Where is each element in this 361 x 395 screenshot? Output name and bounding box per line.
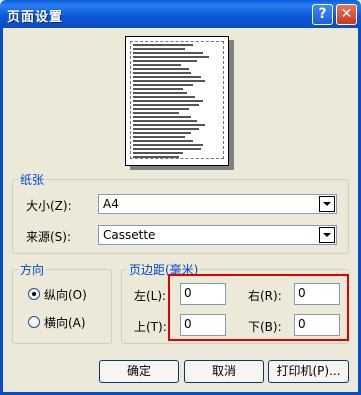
preview-text-line (133, 56, 209, 58)
paper-size-select[interactable]: A4 (98, 194, 337, 214)
chevron-down-icon[interactable] (319, 196, 335, 212)
help-button[interactable]: ? (312, 4, 333, 25)
paper-source-label: 来源(S): (26, 230, 72, 244)
preview-text-line (133, 72, 191, 74)
paper-source-value: Cassette (103, 228, 156, 242)
orientation-group (12, 269, 112, 344)
preview-text-line (133, 124, 205, 126)
preview-text-line (133, 48, 185, 50)
margin-highlight-box (168, 274, 349, 341)
paper-source-select[interactable]: Cassette (98, 225, 337, 245)
landscape-label[interactable]: 横向(A) (44, 314, 86, 331)
portrait-radio[interactable] (28, 288, 40, 300)
close-button[interactable]: ✕ (336, 4, 357, 25)
preview-text-line (133, 100, 203, 102)
preview-text-line (133, 92, 187, 94)
preview-text-line (133, 148, 201, 150)
preview-text-line (133, 140, 193, 142)
preview-text-line (133, 128, 199, 130)
preview-text-line (133, 80, 205, 82)
ok-button[interactable]: 确定 (99, 360, 179, 383)
preview-text-line (133, 136, 185, 138)
preview-text-line (133, 120, 197, 122)
close-icon: ✕ (340, 6, 353, 22)
preview-text-line (133, 96, 195, 98)
paper-size-value: A4 (103, 197, 119, 211)
preview-text-line (133, 68, 189, 70)
preview-text-line (133, 60, 197, 62)
preview-text-line (133, 132, 191, 134)
preview-text-line (133, 76, 201, 78)
question-icon: ? (318, 6, 327, 22)
preview-text-line (133, 88, 183, 90)
preview-text-line (133, 44, 193, 46)
preview-text-line (133, 84, 193, 86)
chevron-down-icon[interactable] (319, 227, 335, 243)
preview-text-line (133, 104, 199, 106)
preview-text-line (133, 152, 183, 154)
left-margin-label: 左(L): (134, 289, 167, 303)
preview-text-line (133, 156, 179, 158)
landscape-radio[interactable] (28, 316, 40, 328)
preview-text-line (133, 108, 189, 110)
preview-text-line (133, 64, 181, 66)
preview-text-line (133, 112, 179, 114)
page-preview (125, 36, 229, 166)
printer-button[interactable]: 打印机(P)... (268, 360, 349, 383)
portrait-label[interactable]: 纵向(O) (44, 286, 87, 303)
preview-text-line (133, 52, 203, 54)
orientation-group-label: 方向 (18, 261, 47, 278)
preview-text-line (133, 116, 191, 118)
title-bar[interactable]: 页面设置 ? ✕ (0, 0, 361, 28)
top-margin-label: 上(T): (134, 320, 167, 334)
paper-size-label: 大小(Z): (26, 199, 72, 213)
cancel-button[interactable]: 取消 (184, 360, 264, 383)
preview-text-line (133, 144, 203, 146)
paper-group-label: 纸张 (18, 171, 47, 188)
window-title: 页面设置 (7, 10, 64, 25)
